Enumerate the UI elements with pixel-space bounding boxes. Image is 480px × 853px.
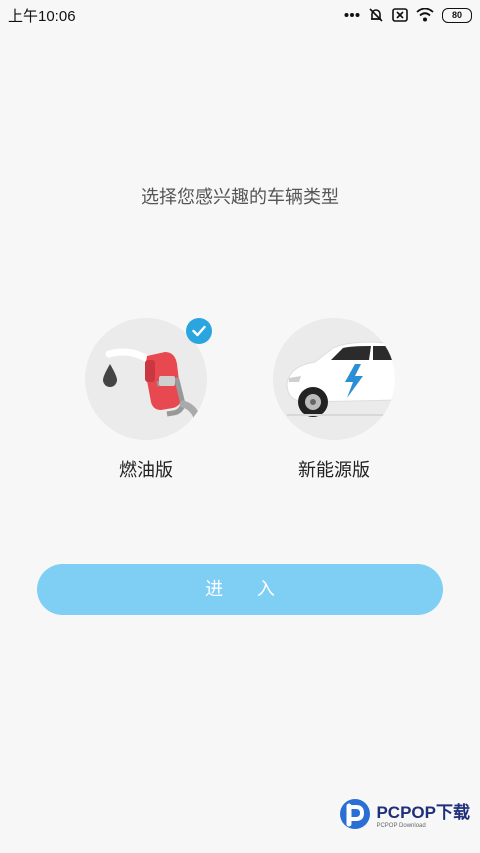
watermark-subtitle: PCPOP Download [376,822,426,829]
pcpop-logo-icon [338,797,372,835]
option-ev[interactable]: 新能源版 [272,318,396,482]
enter-button[interactable]: 进 入 [37,564,443,615]
sim-error-icon [392,8,408,22]
option-fuel-label: 燃油版 [119,460,173,481]
option-ev-label: 新能源版 [298,460,370,481]
battery-icon: 80 [442,7,472,23]
option-fuel[interactable]: 燃油版 [84,318,212,482]
more-dots-icon [344,12,360,18]
mute-icon [368,7,384,23]
page-prompt: 选择您感兴趣的车辆类型 [141,187,339,208]
checkmark-icon [186,318,212,344]
electric-car-icon [273,318,395,440]
watermark: PCPOP下载 PCPOP Download [338,797,470,835]
watermark-title: PCPOP下载 [376,802,470,822]
status-time: 上午10:06 [8,7,76,25]
status-icons: 80 [344,7,472,23]
status-bar: 上午10:06 80 [0,0,480,30]
wifi-icon [416,8,434,22]
